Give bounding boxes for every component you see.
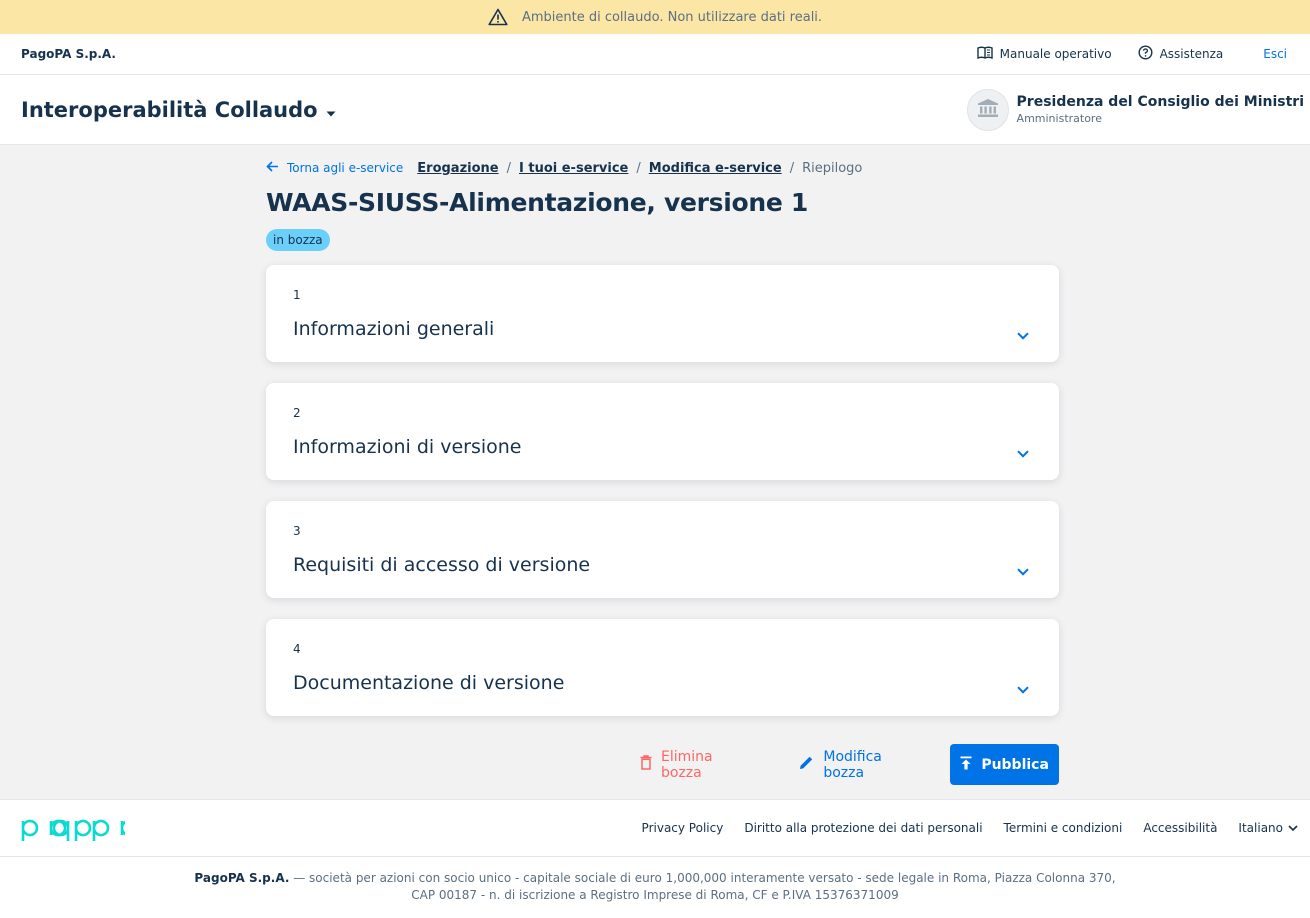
product-name: Interoperabilità Collaudo xyxy=(21,97,318,122)
environment-banner: Ambiente di collaudo. Non utilizzare dat… xyxy=(0,0,1310,34)
footer-links: Privacy Policy Diritto alla protezione d… xyxy=(642,821,1218,835)
language-label: Italiano xyxy=(1238,821,1283,835)
page-title: WAAS-SIUSS-Alimentazione, versione 1 xyxy=(266,188,809,217)
chevron-down-icon[interactable] xyxy=(1017,679,1029,698)
banner-text: Ambiente di collaudo. Non utilizzare dat… xyxy=(521,9,823,25)
party-info: Presidenza del Consiglio dei Ministri Am… xyxy=(1017,94,1304,125)
section-title: Documentazione di versione xyxy=(293,672,565,694)
book-icon xyxy=(976,46,993,62)
trash-icon xyxy=(640,755,652,774)
section-number: 3 xyxy=(293,524,301,538)
edit-draft-label: Modifica bozza xyxy=(823,748,882,781)
publish-icon xyxy=(960,756,972,774)
product-switcher[interactable]: Interoperabilità Collaudo xyxy=(21,98,336,122)
breadcrumb-item-e-service[interactable]: I tuoi e-service xyxy=(519,161,628,176)
legal-text-1: — società per azioni con socio unico - c… xyxy=(289,871,1116,885)
breadcrumb-separator: / xyxy=(506,160,511,176)
section-number: 4 xyxy=(293,642,301,656)
status-badge: in bozza xyxy=(266,229,330,251)
delete-draft-button[interactable]: Elimina bozza xyxy=(640,749,753,781)
pencil-icon xyxy=(799,755,814,774)
section-title: Informazioni di versione xyxy=(293,436,522,458)
section-informazioni-generali[interactable]: 1 Informazioni generali xyxy=(266,265,1059,362)
main-content: Torna agli e-service Erogazione / I tuoi… xyxy=(266,158,1059,251)
delete-draft-label: Elimina bozza xyxy=(661,748,713,781)
legal-line-1: PagoPA S.p.A. — società per azioni con s… xyxy=(0,870,1310,887)
privacy-policy-link[interactable]: Privacy Policy xyxy=(642,821,724,835)
warning-icon xyxy=(488,8,508,26)
footer-links-bar: Privacy Policy Diritto alla protezione d… xyxy=(0,799,1310,857)
breadcrumb-separator: / xyxy=(636,160,641,176)
section-number: 1 xyxy=(293,288,301,302)
help-label: Assistenza xyxy=(1159,47,1224,61)
section-number: 2 xyxy=(293,406,301,420)
breadcrumb-current: Riepilogo xyxy=(802,160,863,176)
back-label: Torna agli e-service xyxy=(287,161,404,175)
breadcrumb-separator: / xyxy=(789,160,795,176)
action-bar: Elimina bozza Modifica bozza Pubblica xyxy=(640,744,1059,785)
top-bar: PagoPA S.p.A. Manuale operativo Assisten… xyxy=(0,34,1310,75)
breadcrumb-item-erogazione[interactable]: Erogazione xyxy=(417,161,498,176)
product-header: Interoperabilità Collaudo Presidenza del… xyxy=(0,75,1310,145)
chevron-down-icon[interactable] xyxy=(1017,561,1029,580)
top-bar-links: Manuale operativo Assistenza Esci xyxy=(976,45,1289,63)
section-title: Informazioni generali xyxy=(293,318,495,340)
section-informazioni-versione[interactable]: 2 Informazioni di versione xyxy=(266,383,1059,480)
legal-footer: PagoPA S.p.A. — società per azioni con s… xyxy=(0,857,1310,918)
institution-icon xyxy=(977,98,999,122)
party-switcher[interactable]: Presidenza del Consiglio dei Ministri Am… xyxy=(966,88,1304,131)
terms-link[interactable]: Termini e condizioni xyxy=(1004,821,1123,835)
publish-button[interactable]: Pubblica xyxy=(950,744,1059,785)
section-title: Requisiti di accesso di versione xyxy=(293,554,591,576)
publish-label: Pubblica xyxy=(981,756,1049,773)
accessibility-link[interactable]: Accessibilità xyxy=(1143,821,1217,835)
legal-text-2: CAP 00187 - n. di iscrizione a Registro … xyxy=(411,888,899,902)
language-selector[interactable]: Italiano xyxy=(1238,821,1298,835)
chevron-down-icon[interactable] xyxy=(1017,325,1029,344)
breadcrumb: Torna agli e-service Erogazione / I tuoi… xyxy=(266,158,1059,178)
caret-down-icon xyxy=(326,98,336,122)
manual-label: Manuale operativo xyxy=(999,47,1112,61)
party-role: Amministratore xyxy=(1016,112,1102,125)
manual-link[interactable]: Manuale operativo xyxy=(976,46,1112,62)
back-link[interactable]: Torna agli e-service xyxy=(266,161,403,175)
company-brand[interactable]: PagoPA S.p.A. xyxy=(21,47,116,61)
exit-link[interactable]: Esci xyxy=(1263,47,1287,61)
party-name: Presidenza del Consiglio dei Ministri xyxy=(1016,94,1304,110)
help-icon xyxy=(1138,45,1153,63)
arrow-left-icon xyxy=(266,161,279,175)
chevron-down-icon[interactable] xyxy=(1017,443,1029,462)
section-requisiti-accesso[interactable]: 3 Requisiti di accesso di versione xyxy=(266,501,1059,598)
pagopa-logo[interactable] xyxy=(21,813,125,843)
breadcrumb-item-modifica[interactable]: Modifica e-service xyxy=(649,161,782,176)
section-documentazione[interactable]: 4 Documentazione di versione xyxy=(266,619,1059,716)
help-link[interactable]: Assistenza xyxy=(1138,45,1224,63)
edit-draft-button[interactable]: Modifica bozza xyxy=(799,749,922,781)
avatar xyxy=(966,88,1009,131)
data-protection-link[interactable]: Diritto alla protezione dei dati persona… xyxy=(744,821,982,835)
chevron-down-icon xyxy=(1288,821,1298,835)
legal-company: PagoPA S.p.A. xyxy=(194,871,290,885)
